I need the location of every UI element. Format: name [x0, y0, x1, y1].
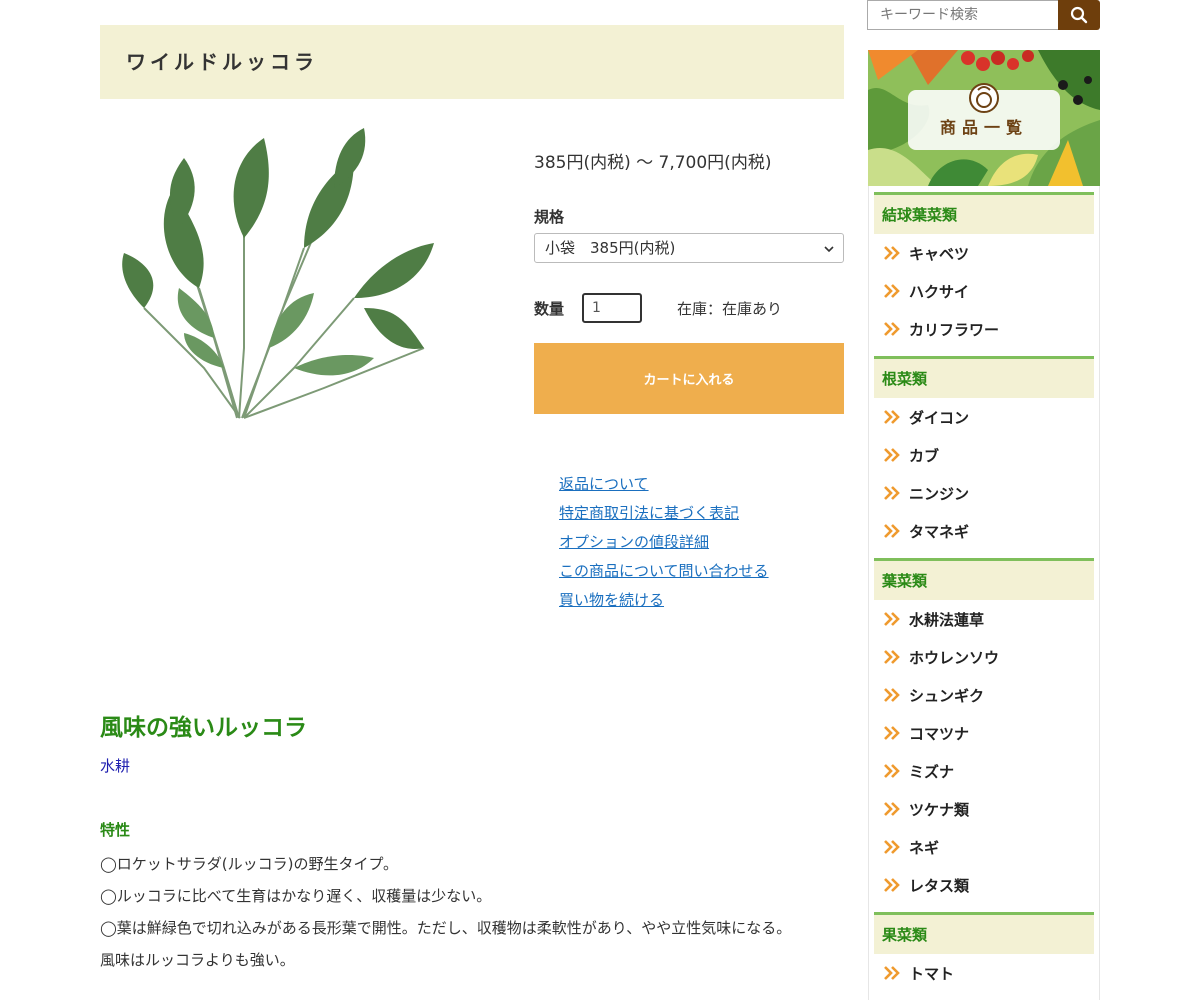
- category-item-label: コマツナ: [909, 724, 970, 743]
- category-item[interactable]: タマネギ: [874, 512, 1094, 550]
- description-heading: 風味の強いルッコラ: [100, 715, 307, 741]
- category-item-label: ツケナ類: [909, 800, 970, 819]
- spec-selected-value: 小袋 385円(内税): [545, 239, 676, 257]
- category-item-label: ニンジン: [909, 484, 970, 503]
- stock-status: 在庫：在庫あり: [677, 300, 783, 318]
- double-chevron-right-icon: [884, 246, 900, 260]
- category-item[interactable]: トマト: [874, 954, 1094, 992]
- product-links: 返品について 特定商取引法に基づく表記 オプションの値段詳細 この商品について問…: [559, 470, 769, 615]
- category-group: 結球葉菜類 キャベツ ハクサイ カリフラワー: [874, 192, 1094, 350]
- category-group: 根菜類 ダイコン カブ ニンジン タマネギ: [874, 356, 1094, 552]
- double-chevron-right-icon: [884, 764, 900, 778]
- double-chevron-right-icon: [884, 448, 900, 462]
- category-item-label: トマト: [909, 964, 955, 983]
- double-chevron-right-icon: [884, 612, 900, 626]
- category-heading: 果菜類: [874, 912, 1094, 954]
- spec-label: 規格: [534, 208, 565, 226]
- category-item-label: カリフラワー: [909, 320, 1000, 339]
- double-chevron-right-icon: [884, 524, 900, 538]
- category-group: 果菜類 トマト: [874, 912, 1094, 994]
- category-item-label: ダイコン: [909, 408, 970, 427]
- category-item[interactable]: レタス類: [874, 866, 1094, 904]
- double-chevron-right-icon: [884, 688, 900, 702]
- product-list-banner[interactable]: 商品一覧: [868, 50, 1100, 186]
- category-item[interactable]: シュンギク: [874, 676, 1094, 714]
- banner-label: 商品一覧: [939, 118, 1028, 137]
- feature-description: ◯ロケットサラダ(ルッコラ)の野生タイプ。 ◯ルッコラに比べて生育はかなり遅く、…: [100, 848, 844, 976]
- arugula-image: [122, 128, 434, 419]
- category-item-label: 水耕法蓮草: [909, 610, 985, 629]
- category-item[interactable]: カブ: [874, 436, 1094, 474]
- search-button[interactable]: [1058, 0, 1100, 30]
- category-item[interactable]: コマツナ: [874, 714, 1094, 752]
- double-chevron-right-icon: [884, 802, 900, 816]
- category-sidebar: 結球葉菜類 キャベツ ハクサイ カリフラワー 根菜類 ダイコン カブ ニンジン …: [868, 186, 1100, 1000]
- category-item[interactable]: ダイコン: [874, 398, 1094, 436]
- category-item-label: カブ: [909, 446, 940, 465]
- double-chevron-right-icon: [884, 726, 900, 740]
- price-range: 385円(内税) 〜 7,700円(内税): [534, 153, 772, 173]
- category-item[interactable]: ツケナ類: [874, 790, 1094, 828]
- category-group: 葉菜類 水耕法蓮草 ホウレンソウ シュンギク コマツナ ミズナ ツケナ類 ネギ …: [874, 558, 1094, 906]
- feature-line: ◯葉は鮮緑色で切れ込みがある長形葉で開性。ただし、収穫物は柔軟性があり、やや立性…: [100, 919, 792, 937]
- category-heading: 葉菜類: [874, 558, 1094, 600]
- category-item[interactable]: ネギ: [874, 828, 1094, 866]
- add-to-cart-button[interactable]: カートに入れる: [534, 343, 844, 414]
- category-item[interactable]: キャベツ: [874, 234, 1094, 272]
- double-chevron-right-icon: [884, 322, 900, 336]
- feature-line: 風味はルッコラよりも強い。: [100, 951, 295, 969]
- product-title: ワイルドルッコラ: [126, 50, 318, 74]
- double-chevron-right-icon: [884, 284, 900, 298]
- double-chevron-right-icon: [884, 650, 900, 664]
- category-item-label: ハクサイ: [909, 282, 970, 301]
- category-item[interactable]: ミズナ: [874, 752, 1094, 790]
- category-item-label: レタス類: [909, 876, 970, 895]
- double-chevron-right-icon: [884, 486, 900, 500]
- link-commercial-law[interactable]: 特定商取引法に基づく表記: [559, 499, 769, 528]
- double-chevron-right-icon: [884, 878, 900, 892]
- category-item[interactable]: ホウレンソウ: [874, 638, 1094, 676]
- product-title-bar: ワイルドルッコラ: [100, 25, 844, 99]
- category-item[interactable]: 水耕法蓮草: [874, 600, 1094, 638]
- double-chevron-right-icon: [884, 840, 900, 854]
- double-chevron-right-icon: [884, 410, 900, 424]
- category-item[interactable]: ニンジン: [874, 474, 1094, 512]
- quantity-label: 数量: [534, 300, 565, 318]
- category-heading: 根菜類: [874, 356, 1094, 398]
- cultivation-tag: 水耕: [100, 757, 131, 775]
- category-heading: 結球葉菜類: [874, 192, 1094, 234]
- search-icon: [1070, 6, 1088, 24]
- feature-line: ◯ルッコラに比べて生育はかなり遅く、収穫量は少ない。: [100, 887, 492, 905]
- category-item[interactable]: カリフラワー: [874, 310, 1094, 348]
- link-continue-shopping[interactable]: 買い物を続ける: [559, 586, 769, 615]
- category-item-label: ホウレンソウ: [909, 648, 1000, 667]
- category-item-label: ミズナ: [909, 762, 955, 781]
- chevron-down-icon: [824, 246, 834, 253]
- spec-select[interactable]: 小袋 385円(内税): [534, 233, 844, 263]
- link-product-inquiry[interactable]: この商品について問い合わせる: [559, 557, 769, 586]
- quantity-input[interactable]: [582, 293, 642, 323]
- link-option-price-details[interactable]: オプションの値段詳細: [559, 528, 769, 557]
- search-input[interactable]: [867, 0, 1059, 30]
- category-item-label: シュンギク: [909, 686, 985, 705]
- category-item[interactable]: ハクサイ: [874, 272, 1094, 310]
- double-chevron-right-icon: [884, 966, 900, 980]
- feature-line: ◯ロケットサラダ(ルッコラ)の野生タイプ。: [100, 855, 399, 873]
- link-returns[interactable]: 返品について: [559, 470, 769, 499]
- category-item-label: ネギ: [909, 838, 940, 857]
- category-item-label: タマネギ: [909, 522, 970, 541]
- product-image: [104, 118, 444, 438]
- feature-heading: 特性: [100, 821, 131, 839]
- category-item-label: キャベツ: [909, 244, 970, 263]
